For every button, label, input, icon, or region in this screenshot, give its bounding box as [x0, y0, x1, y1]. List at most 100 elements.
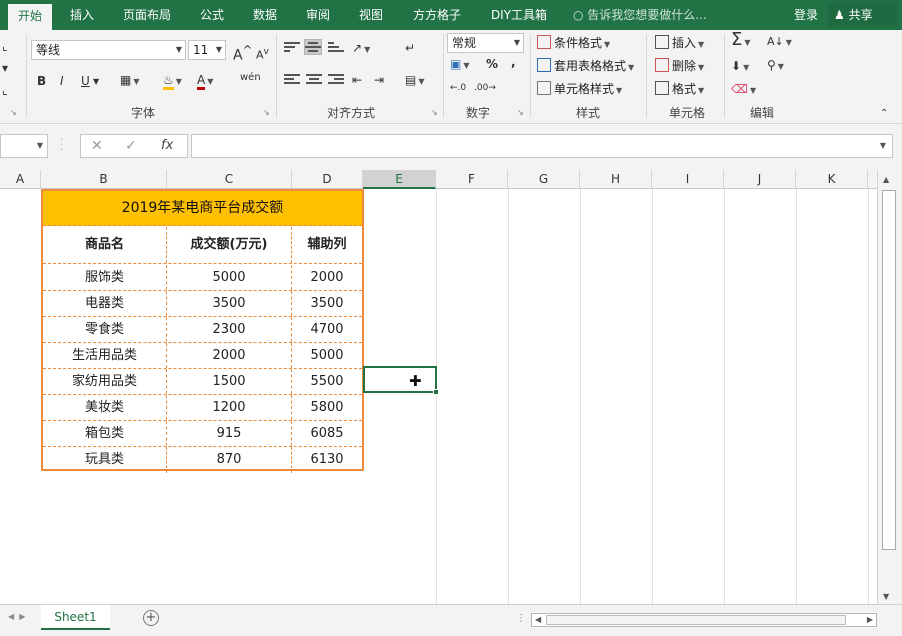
scroll-up-icon[interactable]: ▲	[883, 175, 889, 184]
delete-cells-button[interactable]: 删除 ▼	[655, 58, 704, 76]
table-cell[interactable]: 5800	[292, 395, 362, 420]
worksheet-grid[interactable]: 2019年某电商平台成交额 商品名 成交额(万元) 辅助列 服饰类 5000 200…	[0, 189, 877, 604]
table-cell[interactable]: 915	[167, 421, 292, 446]
font-launcher-icon[interactable]: ↘	[263, 108, 270, 117]
vertical-scroll-thumb[interactable]	[882, 190, 896, 550]
format-cells-button[interactable]: 格式 ▼	[655, 81, 704, 99]
share-button[interactable]: ♟ 共享	[828, 3, 898, 27]
table-cell[interactable]: 3500	[167, 291, 292, 316]
format-painter-icon[interactable]: ⌞	[2, 82, 8, 98]
column-header-k[interactable]: K	[796, 170, 868, 189]
percent-style-button[interactable]: %	[486, 56, 498, 72]
decrease-decimal-icon[interactable]: .00→	[474, 80, 496, 96]
vertical-scrollbar[interactable]: ▲ ▼	[877, 170, 902, 604]
cell-styles-button[interactable]: 单元格样式 ▼	[537, 81, 622, 99]
grow-font-button[interactable]: A^	[233, 42, 252, 64]
scroll-right-icon[interactable]: ▶	[867, 615, 873, 624]
column-header-f[interactable]: F	[436, 170, 508, 189]
merge-center-icon[interactable]: ▤ ▼	[405, 72, 425, 90]
clipboard-launcher-icon[interactable]: ↘	[10, 108, 17, 117]
scroll-left-icon[interactable]: ◀	[535, 615, 541, 624]
bold-button[interactable]: B	[37, 73, 46, 89]
column-header-d[interactable]: D	[292, 170, 363, 189]
table-cell[interactable]: 箱包类	[43, 421, 167, 446]
fill-color-icon[interactable]: ♨ ▼	[163, 72, 182, 90]
increase-indent-icon[interactable]: ⇥	[374, 72, 384, 88]
table-cell[interactable]: 870	[167, 447, 292, 473]
name-box-dropdown-icon[interactable]: ▼	[37, 141, 43, 150]
header-cell[interactable]: 辅助列	[292, 227, 362, 263]
conditional-format-button[interactable]: 条件格式 ▼	[537, 35, 610, 53]
enter-check-icon[interactable]: ✓	[125, 138, 137, 154]
shrink-font-button[interactable]: Av	[256, 44, 269, 64]
table-cell[interactable]: 5000	[167, 265, 292, 290]
clipboard-copy-icon[interactable]: ▾	[2, 60, 8, 76]
table-cell[interactable]: 2300	[167, 317, 292, 342]
font-color-icon[interactable]: A ▼	[197, 72, 213, 90]
column-header-c[interactable]: C	[167, 170, 292, 189]
column-header-i[interactable]: I	[652, 170, 724, 189]
align-right-icon[interactable]	[328, 72, 344, 86]
increase-decimal-icon[interactable]: ←.0	[450, 80, 466, 96]
table-cell[interactable]: 2000	[167, 343, 292, 368]
underline-dropdown-icon[interactable]: ▼	[93, 74, 99, 90]
name-box[interactable]: ▼	[0, 134, 48, 158]
table-cell[interactable]: 生活用品类	[43, 343, 167, 368]
sheet-nav-left-icon[interactable]: ◀ ▶	[8, 612, 25, 621]
tab-splitter-icon[interactable]: ⋮	[516, 613, 526, 624]
table-cell[interactable]: 1200	[167, 395, 292, 420]
fill-down-icon[interactable]: ⬇ ▼	[731, 58, 749, 76]
tab-formulas[interactable]: 公式	[190, 0, 234, 30]
tab-review[interactable]: 审阅	[296, 0, 340, 30]
header-cell[interactable]: 成交额(万元)	[167, 227, 292, 263]
tab-diy-toolbox[interactable]: DIY工具箱	[482, 0, 556, 30]
expand-formula-icon[interactable]: ▼	[880, 141, 886, 150]
accounting-format-icon[interactable]: ▣ ▼	[450, 56, 470, 74]
clipboard-cut-icon[interactable]: ⌞	[2, 38, 8, 54]
column-header-j[interactable]: J	[724, 170, 796, 189]
column-header-a[interactable]: A	[0, 170, 41, 189]
table-cell[interactable]: 玩具类	[43, 447, 167, 473]
column-header-g[interactable]: G	[508, 170, 580, 189]
insert-cells-button[interactable]: 插入 ▼	[655, 35, 704, 53]
autosum-icon[interactable]: Σ ▼	[731, 31, 751, 51]
italic-button[interactable]: I	[60, 73, 64, 89]
table-cell[interactable]: 美妆类	[43, 395, 167, 420]
formula-input[interactable]: ▼	[191, 134, 893, 158]
clear-icon[interactable]: ⌫ ▼	[731, 81, 756, 99]
wrap-text-icon[interactable]: ↵	[405, 40, 415, 56]
middle-align-icon[interactable]	[304, 39, 322, 55]
fill-handle[interactable]	[433, 389, 439, 395]
comma-style-button[interactable]: ,	[511, 54, 516, 70]
number-launcher-icon[interactable]: ↘	[517, 108, 524, 117]
table-cell[interactable]: 4700	[292, 317, 362, 342]
table-cell[interactable]: 零食类	[43, 317, 167, 342]
login-button[interactable]: 登录	[794, 0, 818, 30]
align-left-icon[interactable]	[284, 72, 300, 86]
number-format-select[interactable]: 常规 ▼	[447, 33, 524, 53]
table-cell[interactable]: 6130	[292, 447, 362, 473]
font-size-select[interactable]: 11 ▼	[188, 40, 226, 60]
table-cell[interactable]: 5500	[292, 369, 362, 394]
phonetic-guide-icon[interactable]: wén	[240, 70, 261, 86]
table-cell[interactable]: 6085	[292, 421, 362, 446]
horizontal-scroll-thumb[interactable]	[546, 615, 846, 625]
tab-fangfang[interactable]: 方方格子	[404, 0, 470, 30]
underline-button[interactable]: U	[81, 73, 90, 89]
alignment-launcher-icon[interactable]: ↘	[431, 108, 438, 117]
align-center-icon[interactable]	[306, 72, 322, 86]
format-as-table-button[interactable]: 套用表格格式 ▼	[537, 58, 634, 76]
decrease-indent-icon[interactable]: ⇤	[352, 72, 362, 88]
find-select-icon[interactable]: ⚲ ▼	[767, 57, 784, 75]
table-cell[interactable]: 家纺用品类	[43, 369, 167, 394]
tab-data[interactable]: 数据	[243, 0, 287, 30]
column-header-h[interactable]: H	[580, 170, 652, 189]
insert-function-button[interactable]: fx	[161, 138, 173, 153]
bottom-align-icon[interactable]	[328, 40, 344, 54]
add-sheet-icon[interactable]: +	[143, 610, 159, 626]
tab-page-layout[interactable]: 页面布局	[116, 0, 178, 30]
tell-me-box[interactable]: ○ 告诉我您想要做什么...	[573, 0, 707, 30]
top-align-icon[interactable]	[284, 40, 300, 54]
font-name-select[interactable]: 等线 ▼	[31, 40, 186, 60]
table-cell[interactable]: 5000	[292, 343, 362, 368]
